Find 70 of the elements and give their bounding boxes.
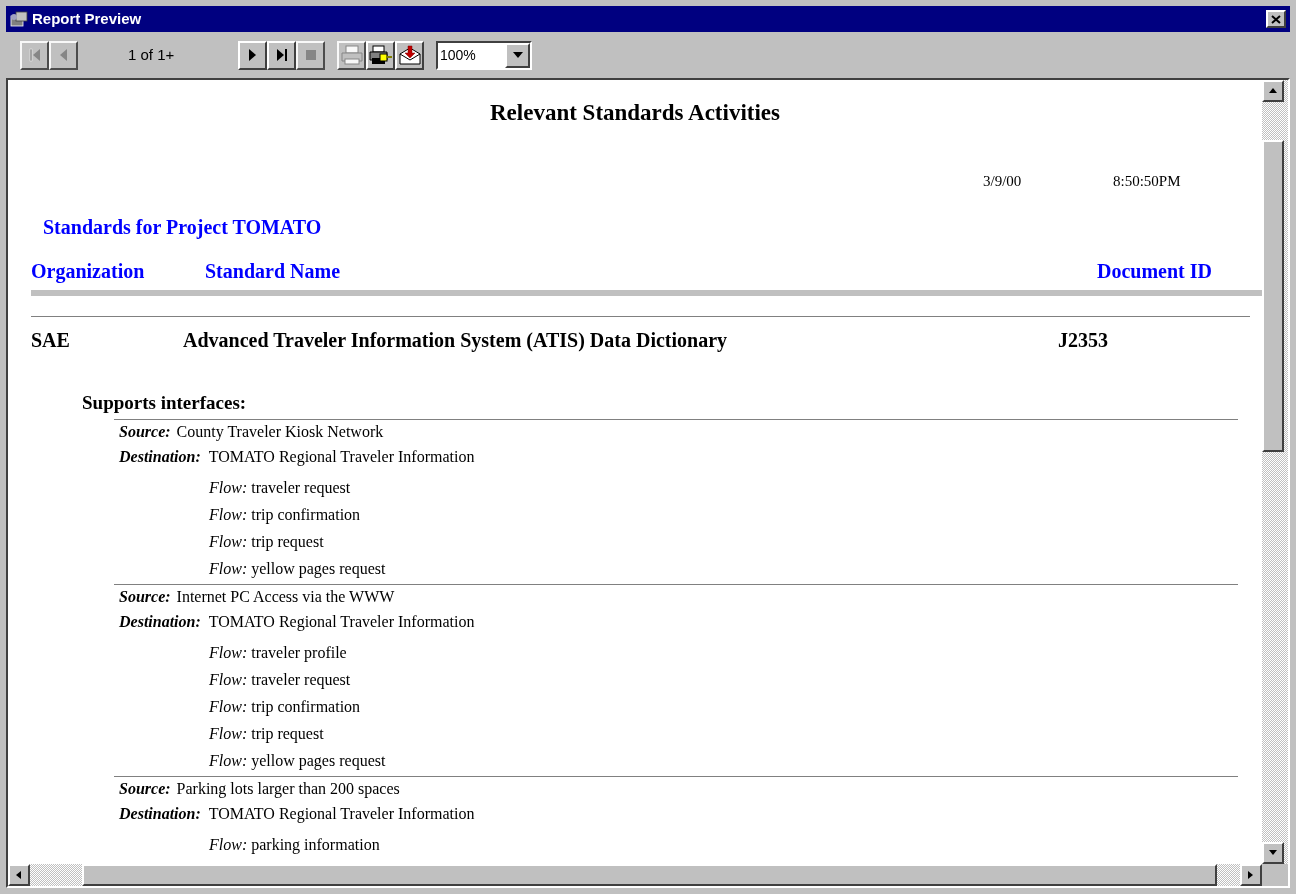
flow-value: trip confirmation (251, 504, 361, 526)
document-id-cell-text: J2353 (1058, 328, 1108, 353)
scroll-down-button[interactable] (1262, 842, 1284, 864)
close-icon (1271, 14, 1281, 24)
scroll-thumb[interactable] (1262, 140, 1284, 452)
last-button[interactable] (267, 40, 296, 70)
destination-value: TOMATO Regional Traveler Information (208, 804, 475, 825)
close-button[interactable] (1266, 10, 1286, 28)
source-value: Parking lots larger than 200 spaces (176, 779, 400, 800)
flow-value: traveler request (251, 477, 351, 499)
flow-label: Flow: (209, 558, 248, 579)
last-page-icon (275, 48, 288, 62)
column-header: Document ID (1097, 259, 1212, 284)
column-header: Standard Name (205, 259, 341, 284)
flow-label: Flow: (209, 750, 248, 771)
destination-label: Destination: (119, 612, 201, 632)
printer-icon (340, 45, 363, 65)
flow-value: yellow pages request (251, 558, 386, 580)
vertical-scrollbar[interactable] (1262, 80, 1288, 864)
source-label: Source: (119, 587, 171, 607)
flow-label: Flow: (209, 477, 248, 498)
interfaces-heading: Supports interfaces: (82, 390, 247, 415)
flow-value: traveler request (251, 669, 351, 691)
export-button[interactable] (395, 40, 424, 70)
flow-value: parking information (251, 834, 380, 856)
flow-label: Flow: (209, 642, 248, 663)
flow-label: Flow: (209, 504, 248, 525)
next-page-icon (248, 48, 257, 62)
source-value: Internet PC Access via the WWW (176, 587, 395, 607)
flow-label: Flow: (209, 696, 248, 717)
standard-name-cell-text: Advanced Traveler Information System (ATIS) Data Dictionary (183, 328, 729, 354)
group-heading: Standards for Project TOMATO (43, 215, 322, 241)
report-date: 3/9/00 (983, 171, 1023, 191)
flow-value: yellow pages request (251, 750, 386, 772)
report-title: Relevant Standards Activities (489, 98, 781, 127)
first-page-icon (28, 48, 41, 62)
flow-value: trip request (251, 723, 324, 745)
source-label: Source: (119, 779, 171, 799)
next-button[interactable] (238, 40, 267, 70)
organization-cell-text: SAE (31, 328, 71, 353)
destination-label: Destination: (119, 447, 201, 467)
print-setup-button[interactable] (366, 40, 395, 70)
source-label: Source: (119, 422, 171, 442)
flow-label: Flow: (209, 723, 248, 744)
source-value: County Traveler Kiosk Network (176, 422, 384, 443)
envelope-arrow-icon (398, 45, 421, 65)
flow-value: traveler profile (251, 642, 347, 664)
scroll-up-button[interactable] (1262, 80, 1284, 102)
destination-value: TOMATO Regional Traveler Information (208, 612, 475, 633)
arrow-up-icon (1268, 86, 1278, 96)
report-time: 8:50:50PM (1113, 171, 1181, 191)
flow-label: Flow: (209, 669, 248, 690)
zoom-dropdown[interactable]: 100% (436, 40, 532, 70)
printer-setup-icon (368, 45, 393, 65)
arrow-left-icon (14, 870, 24, 880)
scroll-right-button[interactable] (1240, 864, 1262, 886)
flow-label: Flow: (209, 531, 248, 552)
app-icon (10, 11, 28, 27)
flow-label: Flow: (209, 834, 248, 855)
window-title: Report Preview (32, 8, 142, 29)
previous-page-icon (59, 48, 68, 62)
destination-value: TOMATO Regional Traveler Information (208, 447, 475, 468)
scroll-left-button[interactable] (8, 864, 30, 886)
destination-label: Destination: (119, 804, 201, 824)
flow-value: trip confirmation (251, 696, 361, 718)
dropdown-arrow-icon (512, 52, 523, 58)
stop-icon (305, 50, 316, 60)
flow-value: trip request (251, 531, 324, 553)
column-header: Organization (31, 259, 146, 285)
page-indicator: 1 of 1+ (127, 44, 176, 65)
